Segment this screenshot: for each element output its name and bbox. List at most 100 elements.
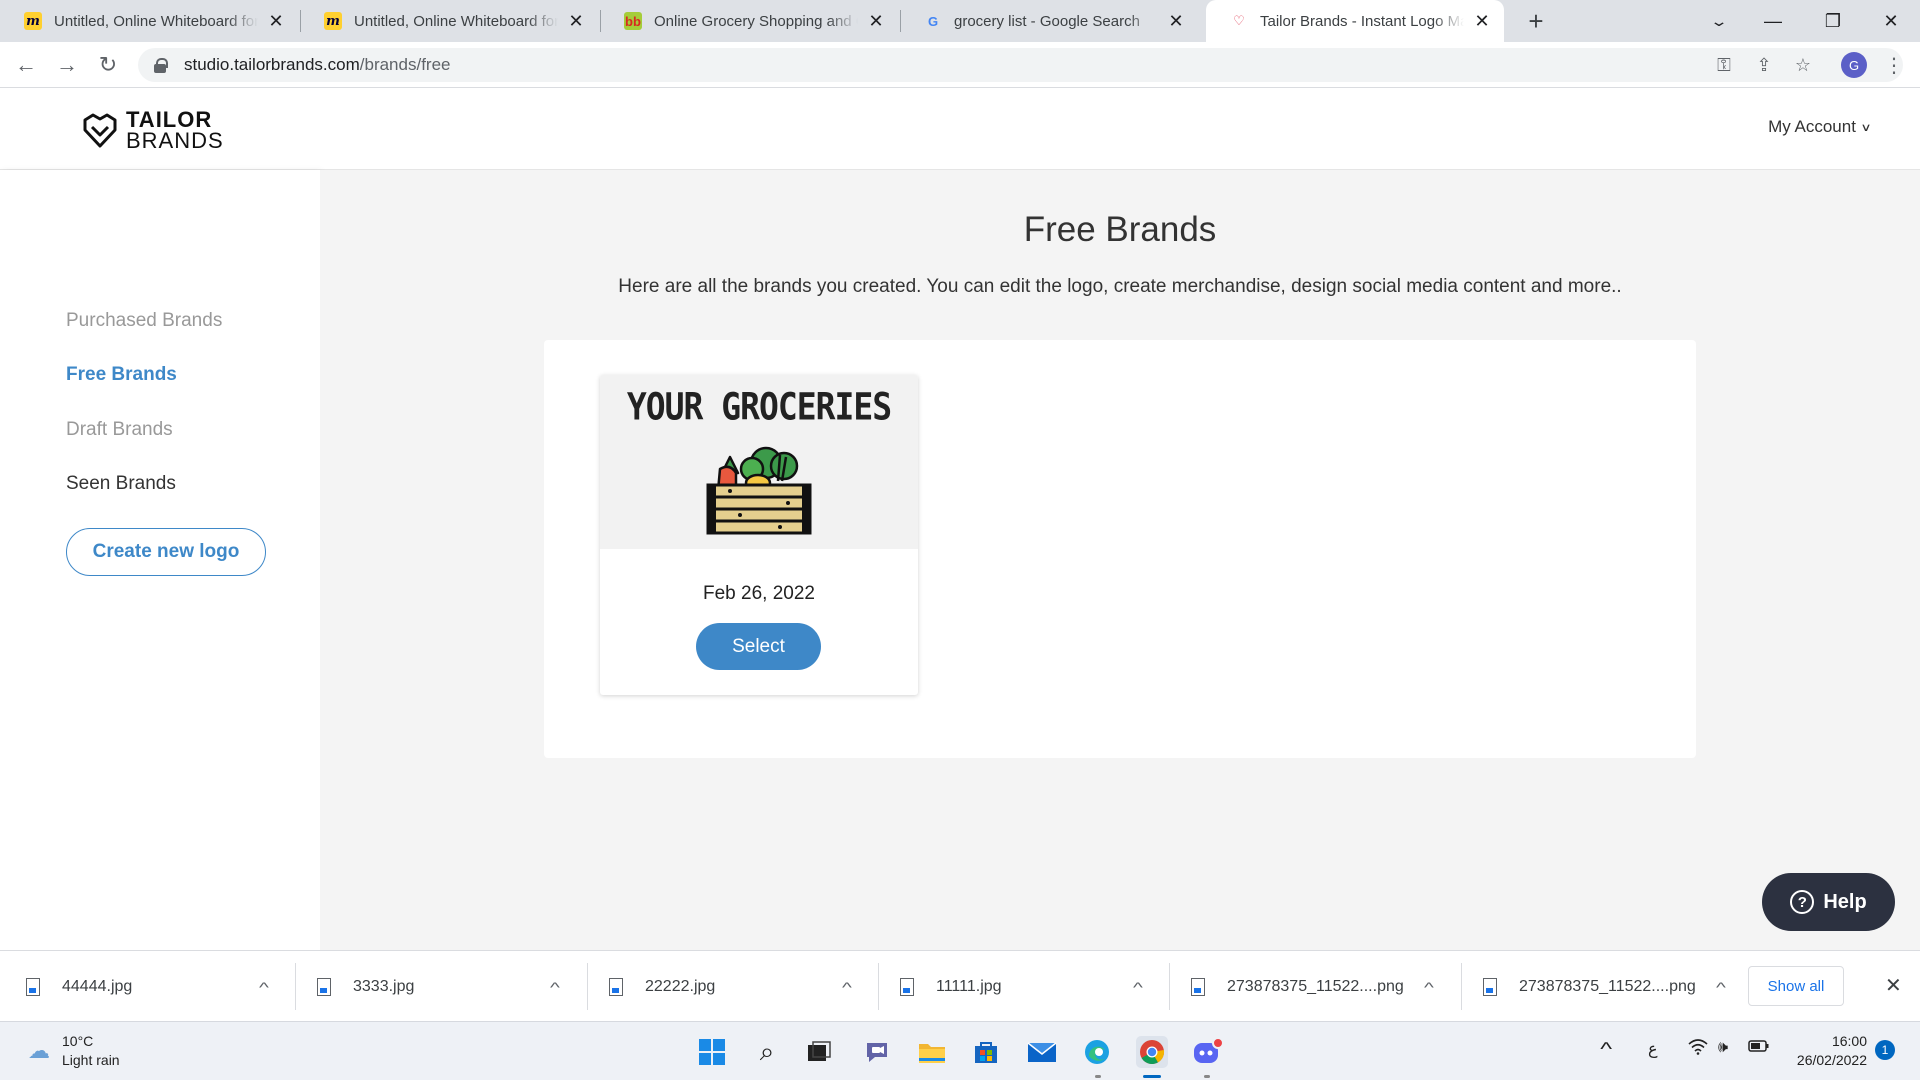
brand-logo-name: YOUR GROCERIES: [626, 384, 892, 429]
download-item[interactable]: 3333.jpg ^: [291, 951, 582, 1022]
close-window-button[interactable]: ✕: [1864, 0, 1918, 42]
tailorbrands-logo[interactable]: TAILOR BRANDS: [80, 109, 224, 153]
back-icon[interactable]: ←: [10, 49, 42, 81]
notification-badge[interactable]: 1: [1875, 1040, 1895, 1060]
tab-title: Untitled, Online Whiteboard for Visual C…: [354, 12, 558, 30]
microsoft-store-icon[interactable]: [970, 1036, 1002, 1068]
brands-panel: YOUR GROCERIES Feb 26, 2022 Select: [544, 340, 1696, 758]
close-tab-icon[interactable]: ✕: [1166, 11, 1186, 31]
download-item[interactable]: 273878375_11522....png ^: [1457, 951, 1748, 1022]
logo-text-line2: BRANDS: [126, 128, 224, 153]
download-item[interactable]: 22222.jpg ^: [583, 951, 874, 1022]
discord-icon[interactable]: [1191, 1036, 1223, 1068]
sidebar-item-free-brands[interactable]: Free Brands: [66, 364, 177, 386]
lock-icon[interactable]: [154, 58, 168, 73]
image-file-icon: [609, 977, 623, 996]
chevron-up-icon[interactable]: ^: [1600, 1039, 1612, 1060]
chevron-up-icon[interactable]: ^: [825, 979, 870, 995]
miro-icon: m: [324, 12, 342, 30]
running-app-indicator: [1204, 1075, 1210, 1078]
download-shelf: 44444.jpg ^ 3333.jpg ^ 22222.jpg ^ 11111…: [0, 950, 1920, 1021]
tailorbrands-icon: ♡: [1233, 13, 1245, 28]
active-app-indicator: [1143, 1075, 1161, 1078]
search-icon[interactable]: ⌕: [751, 1036, 783, 1068]
image-file-icon: [26, 977, 40, 996]
close-tab-icon[interactable]: ✕: [566, 11, 586, 31]
tailorbrands-logo-icon: [83, 113, 117, 148]
chevron-down-icon: ∨: [1860, 121, 1872, 134]
chevron-up-icon[interactable]: ^: [1407, 979, 1452, 995]
battery-icon[interactable]: [1748, 1039, 1770, 1058]
sidebar-item-draft-brands[interactable]: Draft Brands: [66, 419, 173, 441]
create-new-logo-button[interactable]: Create new logo: [66, 528, 266, 576]
address-bar[interactable]: studio.tailorbrands.com/brands/free ⚿ ⇪ …: [138, 48, 1903, 82]
download-filename: 22222.jpg: [645, 977, 716, 995]
teams-chat-icon[interactable]: [861, 1036, 893, 1068]
tab-title: Online Grocery Shopping and Online Super…: [654, 12, 858, 30]
volume-icon[interactable]: 🕪: [1718, 1039, 1728, 1057]
google-icon: G: [927, 13, 939, 29]
my-account-menu[interactable]: My Account ∨: [1768, 117, 1872, 137]
task-view-icon[interactable]: [803, 1036, 835, 1068]
close-tab-icon[interactable]: ✕: [866, 11, 886, 31]
chevron-up-icon[interactable]: ^: [1699, 979, 1744, 995]
help-label: Help: [1823, 890, 1867, 913]
close-tab-icon[interactable]: ✕: [266, 11, 286, 31]
edge-browser-icon[interactable]: [1081, 1036, 1113, 1068]
chevron-up-icon[interactable]: ^: [242, 979, 287, 995]
site-header: TAILOR BRANDS My Account ∨: [0, 89, 1920, 170]
download-item[interactable]: 44444.jpg ^: [0, 951, 291, 1022]
brand-logo-preview[interactable]: YOUR GROCERIES: [600, 375, 918, 549]
my-account-label: My Account: [1768, 117, 1856, 136]
main-content: Free Brands Here are all the brands you …: [320, 170, 1920, 950]
sidebar-item-seen-brands[interactable]: Seen Brands: [66, 473, 176, 495]
help-button[interactable]: ? Help: [1762, 873, 1895, 931]
page-subtitle: Here are all the brands you created. You…: [618, 276, 1622, 297]
restore-button[interactable]: ❐: [1806, 0, 1860, 42]
share-icon[interactable]: ⇪: [1752, 53, 1776, 77]
input-language[interactable]: ع: [1648, 1039, 1658, 1059]
browser-tab[interactable]: m Untitled, Online Whiteboard for Visual…: [0, 0, 298, 42]
browser-tab[interactable]: m Untitled, Online Whiteboard for Visual…: [300, 0, 598, 42]
tab-title: Tailor Brands - Instant Logo Maker: [1260, 12, 1464, 30]
browser-tab[interactable]: G grocery list - Google Search ✕: [900, 0, 1198, 42]
chevron-up-icon[interactable]: ^: [1116, 979, 1161, 995]
mail-icon[interactable]: [1026, 1036, 1058, 1068]
browser-tab-active[interactable]: ♡ Tailor Brands - Instant Logo Maker ✕: [1206, 0, 1504, 42]
chevron-up-icon[interactable]: ^: [533, 979, 578, 995]
forward-icon[interactable]: →: [51, 49, 83, 81]
start-icon[interactable]: [696, 1036, 728, 1068]
clock-time: 16:00: [1831, 1033, 1867, 1049]
system-clock[interactable]: 16:00 26/02/2022: [1783, 1032, 1867, 1070]
weather-widget[interactable]: ☁ 10°C Light rain: [28, 1032, 120, 1070]
profile-avatar[interactable]: G: [1841, 52, 1867, 78]
brand-card[interactable]: YOUR GROCERIES Feb 26, 2022 Select: [600, 375, 918, 695]
download-filename: 44444.jpg: [62, 977, 133, 995]
browser-tab[interactable]: bb Online Grocery Shopping and Online Su…: [600, 0, 898, 42]
browser-menu-icon[interactable]: ⋮: [1884, 50, 1904, 80]
close-download-shelf-icon[interactable]: ✕: [1885, 973, 1902, 998]
question-icon: ?: [1790, 890, 1815, 914]
browser-tab-strip: m Untitled, Online Whiteboard for Visual…: [0, 0, 1920, 42]
key-icon[interactable]: ⚿: [1712, 53, 1736, 77]
reload-icon[interactable]: ↻: [92, 49, 124, 81]
download-item[interactable]: 11111.jpg ^: [874, 951, 1165, 1022]
minimize-button[interactable]: —: [1746, 0, 1800, 42]
select-brand-button[interactable]: Select: [696, 623, 821, 670]
wifi-icon[interactable]: [1688, 1039, 1708, 1060]
image-file-icon: [317, 977, 331, 996]
rain-cloud-icon: ☁: [28, 1038, 50, 1063]
vegetable-crate-icon: [706, 446, 812, 535]
sidebar-item-purchased-brands[interactable]: Purchased Brands: [66, 310, 222, 332]
show-all-downloads-button[interactable]: Show all: [1748, 966, 1844, 1006]
brands-sidebar: Purchased Brands Free Brands Draft Brand…: [0, 170, 320, 950]
image-file-icon: [1191, 977, 1205, 996]
chrome-icon[interactable]: [1136, 1036, 1168, 1068]
file-explorer-icon[interactable]: [916, 1036, 948, 1068]
new-tab-button[interactable]: +: [1521, 6, 1551, 36]
url-path: /brands/free: [359, 55, 451, 74]
download-item[interactable]: 273878375_11522....png ^: [1165, 951, 1456, 1022]
download-filename: 11111.jpg: [936, 977, 1002, 995]
close-tab-icon[interactable]: ✕: [1472, 11, 1492, 31]
bookmark-star-icon[interactable]: ☆: [1791, 53, 1815, 77]
